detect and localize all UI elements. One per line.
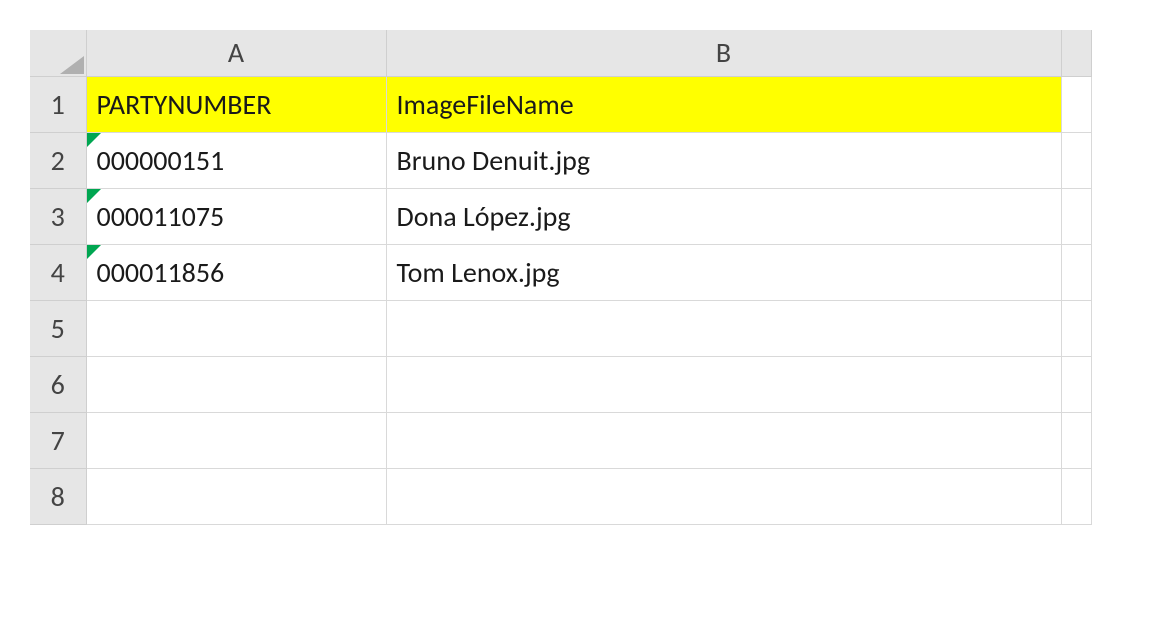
cell-b8[interactable] [386,468,1061,524]
column-header-next[interactable] [1061,30,1091,76]
row-header-3[interactable]: 3 [30,188,86,244]
cell-a4[interactable]: 000011856 [86,244,386,300]
row-header-6[interactable]: 6 [30,356,86,412]
cell-b2[interactable]: Bruno Denuit.jpg [386,132,1061,188]
cell-c1[interactable] [1061,76,1091,132]
cell-c5[interactable] [1061,300,1091,356]
row-header-2[interactable]: 2 [30,132,86,188]
cell-b6[interactable] [386,356,1061,412]
cell-b4[interactable]: Tom Lenox.jpg [386,244,1061,300]
cell-c6[interactable] [1061,356,1091,412]
cell-a6[interactable] [86,356,386,412]
cell-a8[interactable] [86,468,386,524]
cell-c8[interactable] [1061,468,1091,524]
column-header-b[interactable]: B [386,30,1061,76]
row-header-1[interactable]: 1 [30,76,86,132]
column-header-a[interactable]: A [86,30,386,76]
row-header-7[interactable]: 7 [30,412,86,468]
cell-c7[interactable] [1061,412,1091,468]
cell-c3[interactable] [1061,188,1091,244]
cell-a7[interactable] [86,412,386,468]
cell-a1[interactable]: PARTYNUMBER [86,76,386,132]
cell-c4[interactable] [1061,244,1091,300]
row-header-5[interactable]: 5 [30,300,86,356]
row-header-8[interactable]: 8 [30,468,86,524]
cell-a5[interactable] [86,300,386,356]
cell-b7[interactable] [386,412,1061,468]
cell-b1[interactable]: ImageFileName [386,76,1061,132]
cell-a3[interactable]: 000011075 [86,188,386,244]
row-header-4[interactable]: 4 [30,244,86,300]
spreadsheet-grid: A B 1 PARTYNUMBER ImageFileName 2 000000… [30,30,1092,525]
cell-c2[interactable] [1061,132,1091,188]
select-all-corner[interactable] [30,30,86,76]
cell-b3[interactable]: Dona López.jpg [386,188,1061,244]
cell-b5[interactable] [386,300,1061,356]
cell-a2[interactable]: 000000151 [86,132,386,188]
